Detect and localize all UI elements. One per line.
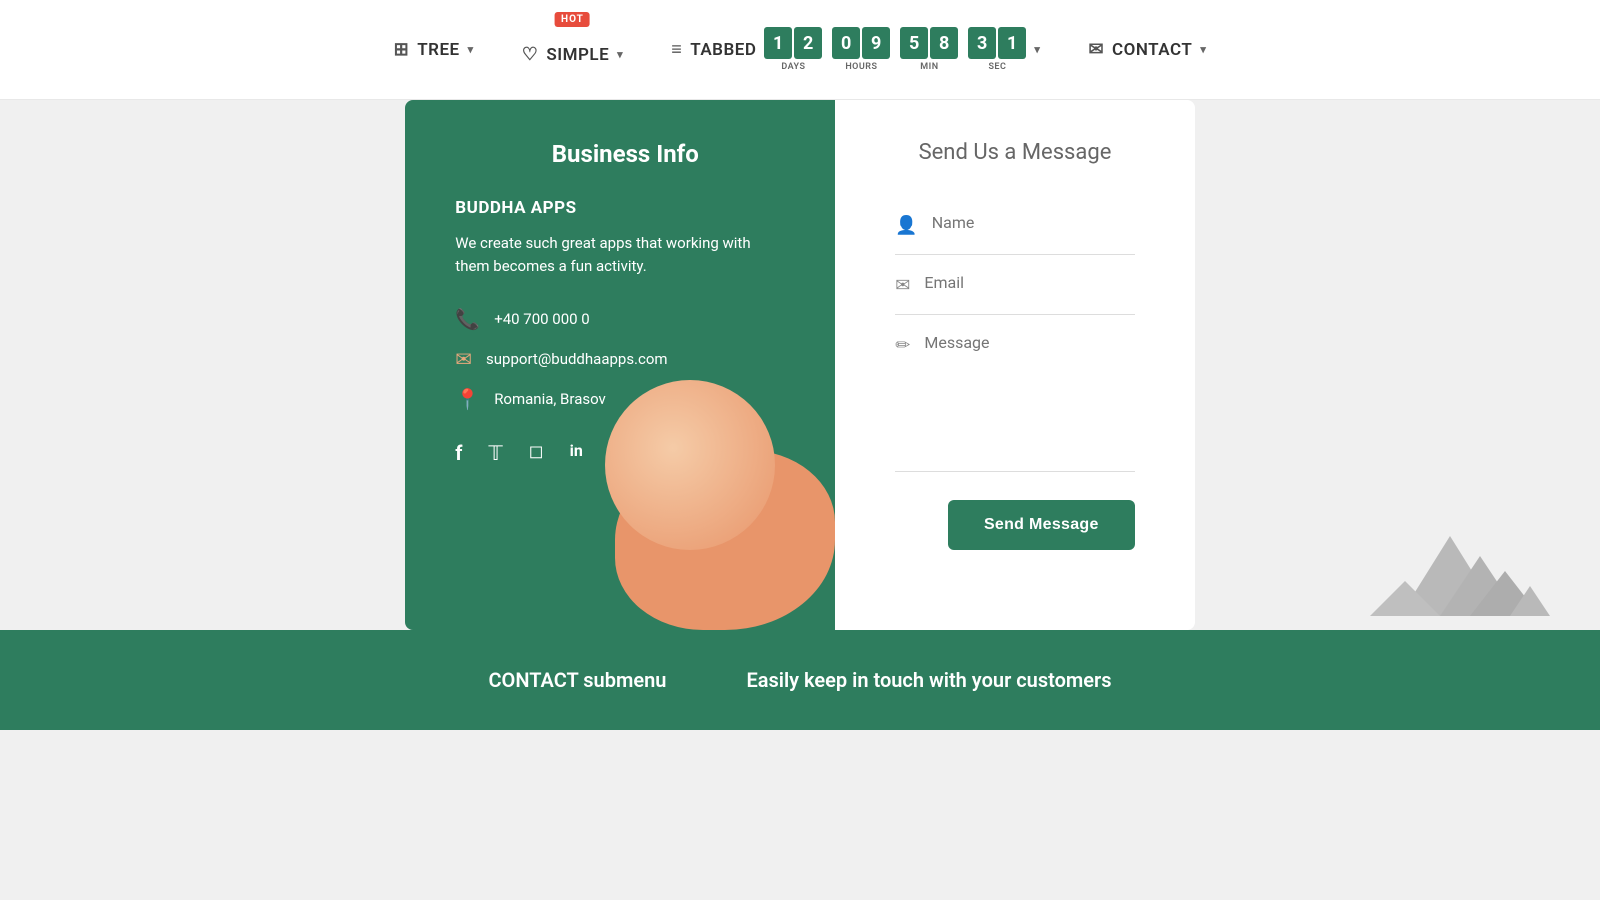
simple-caret: ▾: [617, 48, 623, 61]
page-content: Business Info BUDDHA APPS We create such…: [0, 100, 1600, 730]
deco-circle: [605, 380, 775, 550]
main-section: Business Info BUDDHA APPS We create such…: [0, 100, 1600, 630]
simple-icon: ♡: [522, 44, 539, 65]
tabbed-caret: ▾: [1034, 43, 1040, 56]
countdown-seconds: 3 1 SEC: [968, 27, 1026, 72]
hot-badge: HOT: [555, 12, 590, 27]
contact-caret: ▾: [1200, 43, 1206, 56]
form-title: Send Us a Message: [895, 140, 1134, 165]
phone-number: +40 700 000 0: [494, 310, 590, 328]
email-address: support@buddhaapps.com: [486, 350, 668, 368]
hours-ones: 9: [862, 27, 890, 59]
name-field-icon: 👤: [895, 215, 917, 236]
email-row: ✉ support@buddhaapps.com: [455, 347, 795, 371]
email-field-icon: ✉: [895, 275, 910, 296]
footer-right: Easily keep in touch with your customers: [746, 668, 1111, 692]
company-name: BUDDHA APPS: [455, 198, 795, 218]
phone-icon: 📞: [455, 307, 480, 331]
email-field-row: ✉: [895, 255, 1134, 315]
message-input[interactable]: [924, 333, 1134, 453]
nav-tabbed-label: TABBED: [690, 40, 756, 60]
nav-simple-label: SIMPLE: [546, 45, 609, 65]
days-ones: 2: [794, 27, 822, 59]
nav-contact[interactable]: ✉ CONTACT ▾: [1088, 39, 1206, 60]
days-tens: 1: [764, 27, 792, 59]
tree-icon: ⊞: [394, 39, 410, 60]
company-description: We create such great apps that working w…: [455, 232, 755, 279]
footer-strip: CONTACT submenu Easily keep in touch wit…: [0, 630, 1600, 730]
message-field-icon: ✏: [895, 335, 910, 356]
countdown-hours: 0 9 HOURS: [832, 27, 890, 72]
min-label: MIN: [920, 62, 938, 72]
phone-row: 📞 +40 700 000 0: [455, 307, 795, 331]
message-field-row: ✏: [895, 315, 1134, 472]
sec-ones: 1: [998, 27, 1026, 59]
form-actions: Send Message: [895, 500, 1134, 550]
email-icon: ✉: [455, 347, 472, 371]
contact-icon: ✉: [1088, 39, 1104, 60]
nav-tabbed[interactable]: ≡ TABBED 1 2 DAYS 0 9 HOURS 5: [671, 27, 1040, 72]
nav-tree[interactable]: ⊞ TREE ▾: [394, 39, 474, 60]
facebook-icon[interactable]: f: [455, 441, 462, 465]
countdown-minutes: 5 8 MIN: [900, 27, 958, 72]
name-field-row: 👤: [895, 195, 1134, 255]
send-button[interactable]: Send Message: [948, 500, 1135, 550]
hours-tens: 0: [832, 27, 860, 59]
days-label: DAYS: [781, 62, 805, 72]
tabbed-icon: ≡: [671, 39, 682, 60]
min-tens: 5: [900, 27, 928, 59]
nav-contact-label: CONTACT: [1112, 40, 1192, 60]
email-input[interactable]: [924, 273, 1134, 292]
location-icon: 📍: [455, 387, 480, 411]
twitter-icon[interactable]: 𝕋: [488, 441, 502, 465]
instagram-icon[interactable]: ◻: [529, 441, 544, 465]
location-text: Romania, Brasov: [494, 390, 606, 408]
sec-tens: 3: [968, 27, 996, 59]
card-row: Business Info BUDDHA APPS We create such…: [405, 100, 1194, 630]
footer-left: CONTACT submenu: [488, 668, 666, 692]
tree-caret: ▾: [468, 43, 474, 56]
main-nav: ⊞ TREE ▾ HOT ♡ SIMPLE ▾ ≡ TABBED 1 2 DAY…: [0, 0, 1600, 100]
sec-label: SEC: [988, 62, 1006, 72]
nav-tree-label: TREE: [417, 40, 459, 60]
business-card: Business Info BUDDHA APPS We create such…: [405, 100, 835, 630]
linkedin-icon[interactable]: in: [570, 441, 583, 465]
business-title: Business Info: [455, 140, 795, 168]
contact-form: Send Us a Message 👤 ✉ ✏ Send Message: [835, 100, 1194, 630]
nav-simple[interactable]: HOT ♡ SIMPLE ▾: [522, 34, 624, 65]
min-ones: 8: [930, 27, 958, 59]
countdown: 1 2 DAYS 0 9 HOURS 5 8 MIN: [764, 27, 1026, 72]
countdown-days: 1 2 DAYS: [764, 27, 822, 72]
name-input[interactable]: [932, 213, 1135, 232]
mountain-decoration: [1370, 496, 1550, 620]
hours-label: HOURS: [845, 62, 877, 72]
